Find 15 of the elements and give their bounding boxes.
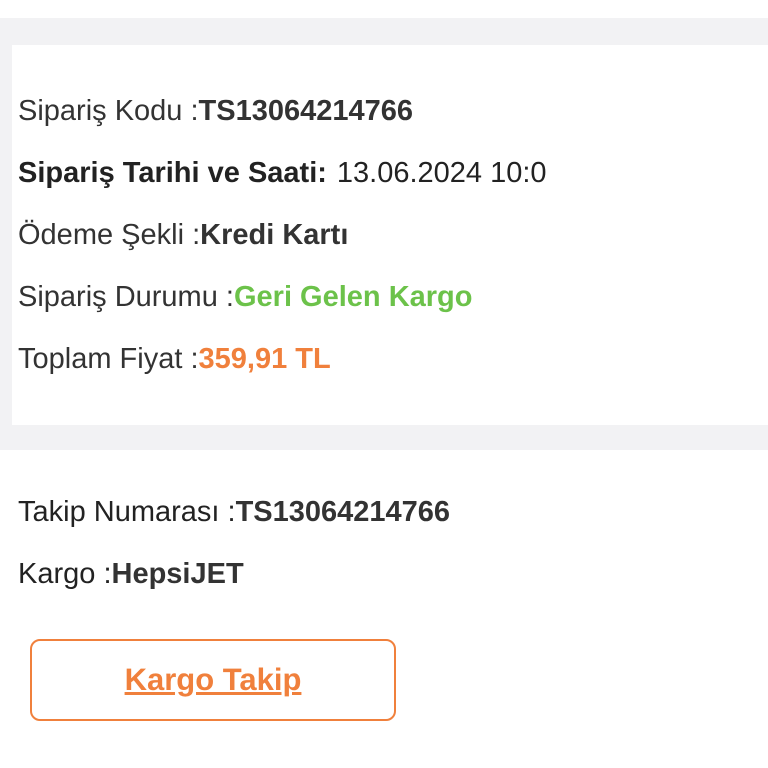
field-value: 359,91 TL — [198, 344, 331, 374]
field-label: Sipariş Durumu : — [18, 282, 234, 312]
field-label: Sipariş Tarihi ve Saati: — [18, 158, 327, 188]
field-value: HepsiJET — [112, 560, 244, 589]
field-label: Sipariş Kodu : — [18, 96, 199, 126]
field-value: TS13064214766 — [198, 96, 414, 126]
field-label: Kargo : — [18, 560, 112, 589]
field-value: Geri Gelen Kargo — [234, 282, 472, 312]
field-label: Takip Numarası : — [18, 498, 236, 527]
field-label: Toplam Fiyat : — [18, 344, 198, 374]
track-shipment-button[interactable]: Kargo Takip — [30, 639, 396, 721]
field-label: Ödeme Şekli : — [18, 220, 200, 250]
field-value: TS13064214766 — [236, 498, 450, 527]
field-value: Kredi Kartı — [200, 220, 348, 250]
field-value: 13.06.2024 10:0 — [336, 158, 547, 188]
